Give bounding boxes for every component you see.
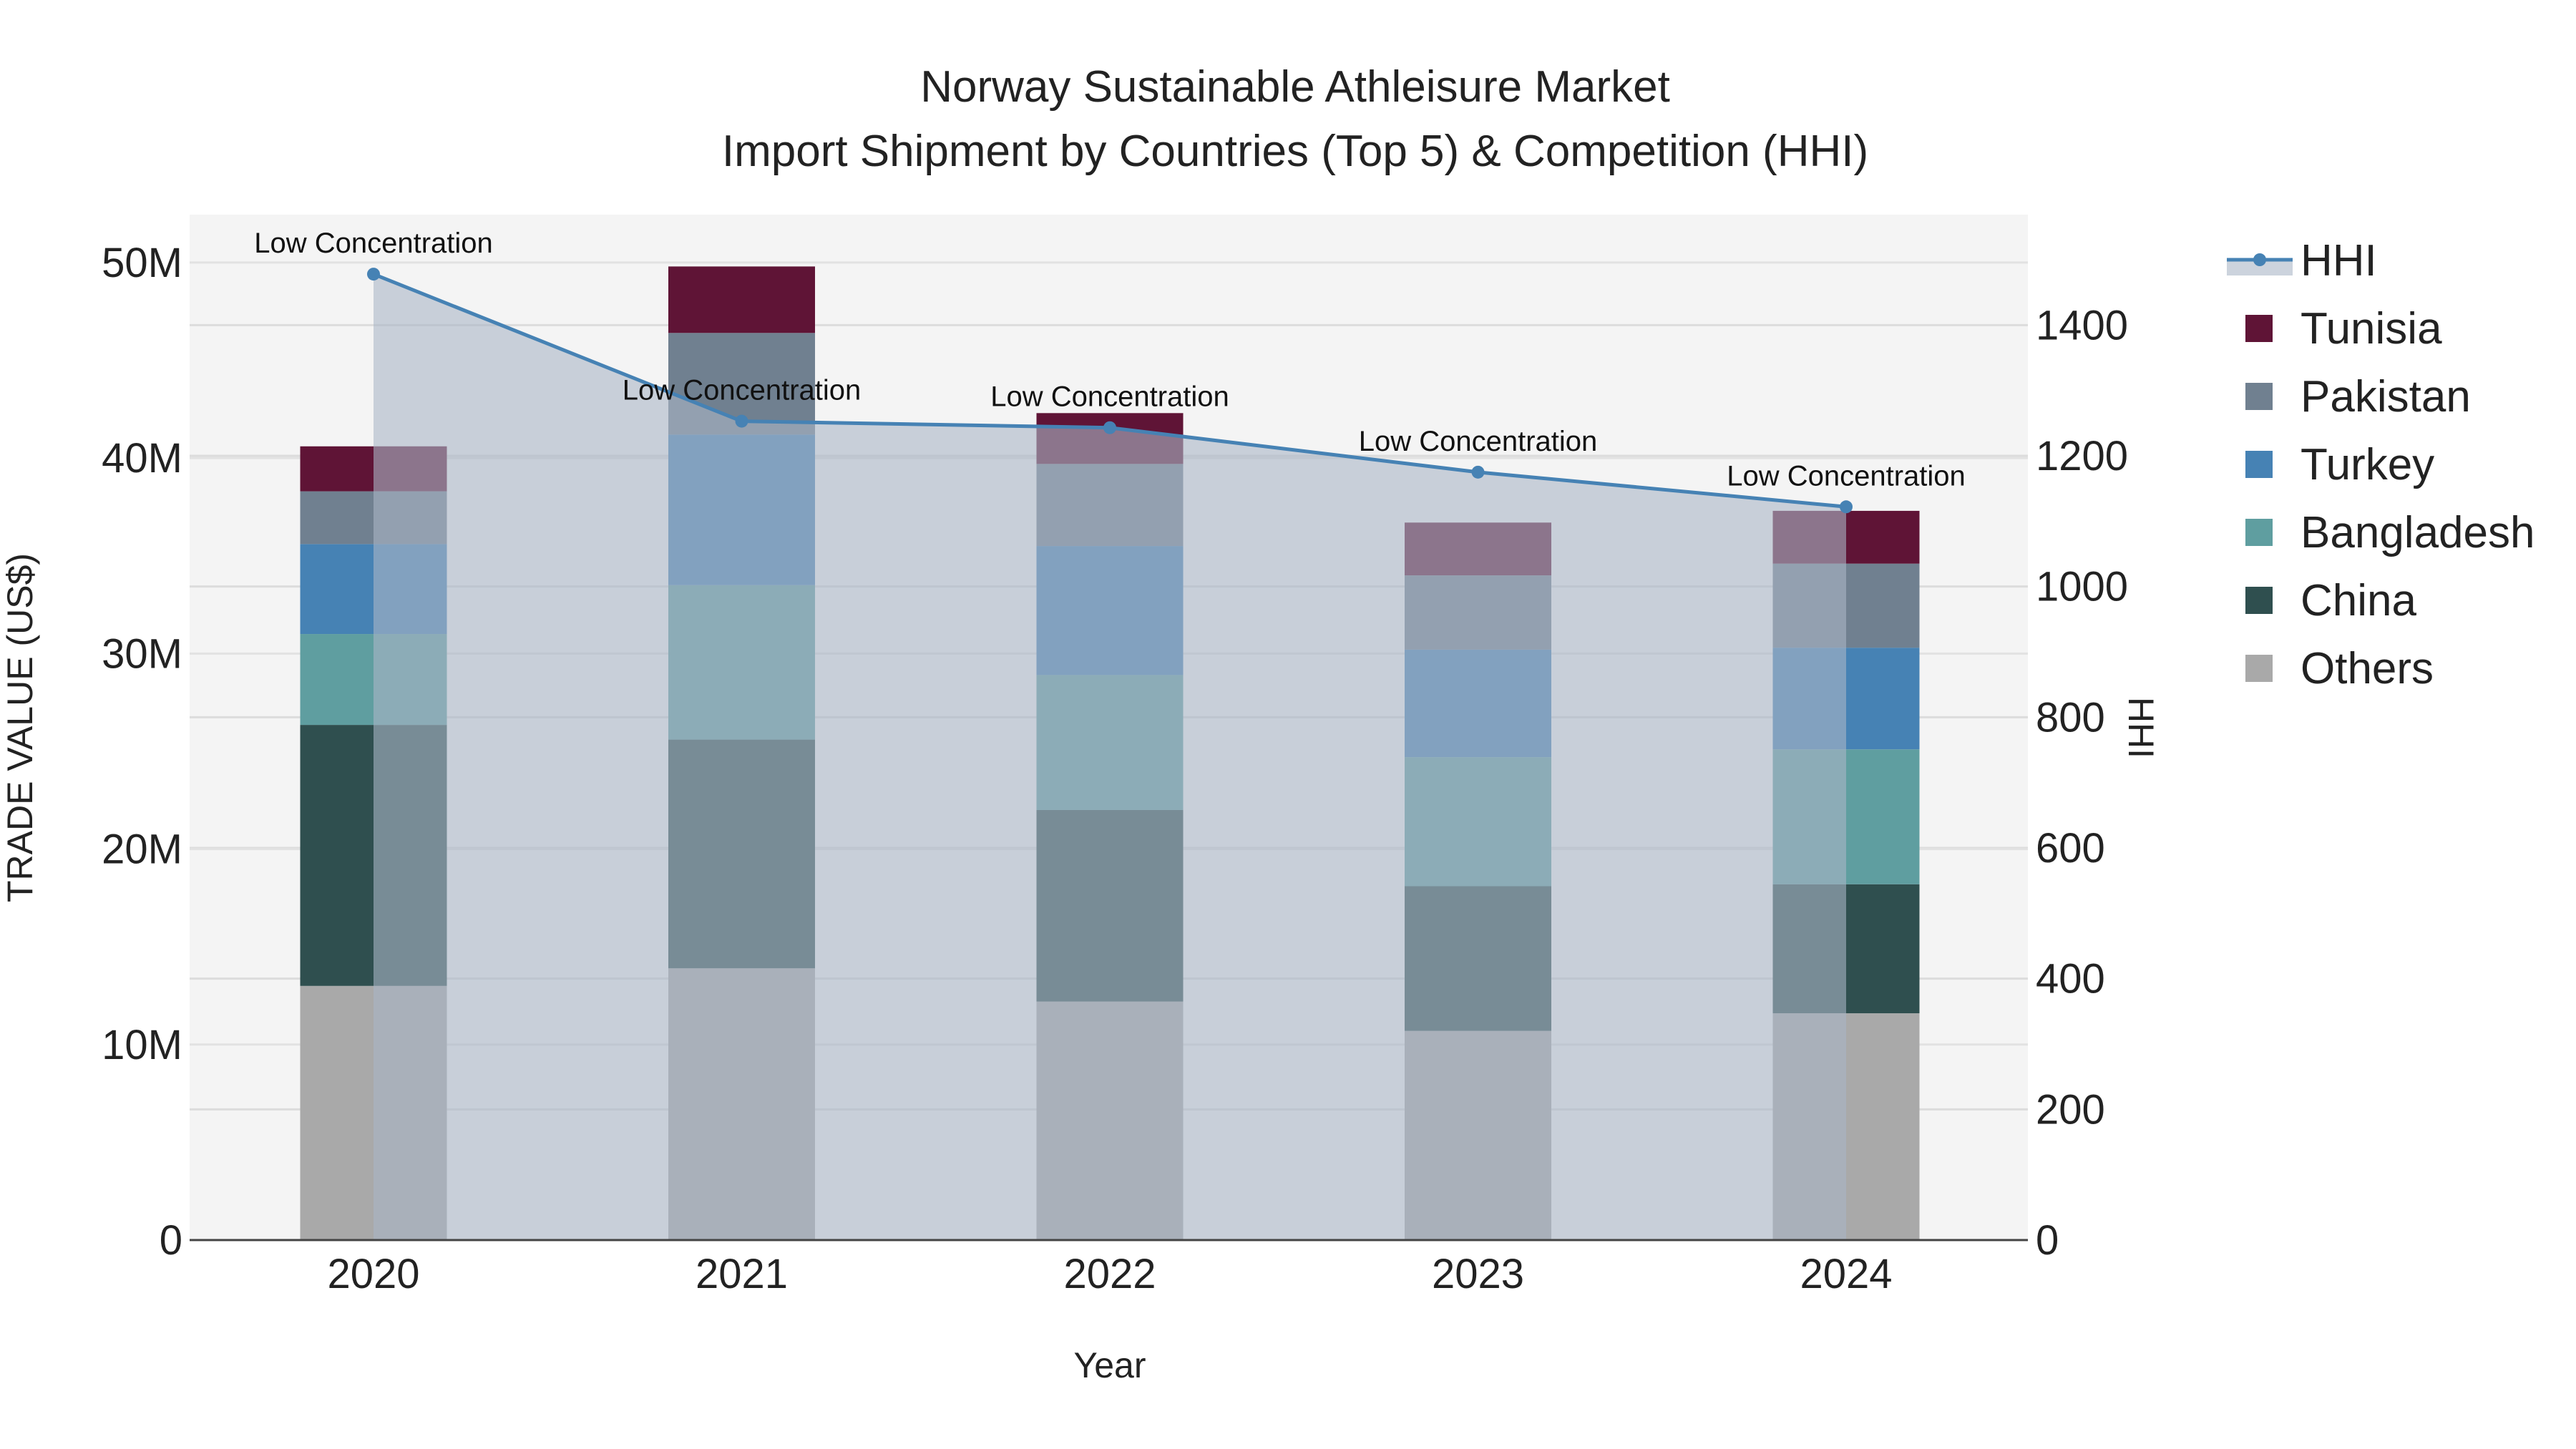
x-tick-label: 2024	[1800, 1251, 1892, 1297]
y2-tick-label: 400	[2036, 956, 2105, 1002]
y-tick-label: 20M	[102, 826, 182, 873]
y2-tick-label: 1000	[2036, 564, 2128, 610]
legend-swatch-others	[2245, 655, 2273, 682]
legend-swatch-hhi-point	[2253, 253, 2266, 266]
y2-axis-label: HHI	[2121, 697, 2161, 758]
y-tick-label: 30M	[102, 630, 182, 677]
y2-tick-label: 1200	[2036, 433, 2128, 479]
chart-subtitle: Import Shipment by Countries (Top 5) & C…	[722, 127, 1868, 176]
legend-item-pakistan[interactable]: Pakistan	[2245, 372, 2471, 421]
legend-item-hhi[interactable]: HHI	[2227, 236, 2377, 286]
legend-label: Turkey	[2301, 440, 2434, 489]
legend-label: Bangladesh	[2301, 508, 2535, 557]
y2-tick-label: 200	[2036, 1086, 2105, 1133]
hhi-point	[367, 268, 380, 281]
y-tick-label: 10M	[102, 1022, 182, 1068]
y-axis-label: TRADE VALUE (US$)	[0, 553, 40, 902]
hhi-annotation: Low Concentration	[1727, 460, 1966, 492]
chart-title: Norway Sustainable Athleisure Market	[920, 62, 1670, 112]
y2-tick-label: 600	[2036, 825, 2105, 872]
legend-item-turkey[interactable]: Turkey	[2245, 440, 2434, 489]
y-tick-label: 0	[160, 1217, 182, 1264]
legend-item-china[interactable]: China	[2245, 576, 2417, 625]
bar-tunisia-2021	[668, 266, 815, 333]
legend-swatch-turkey	[2245, 451, 2273, 478]
y-tick-label: 50M	[102, 240, 182, 286]
x-tick-label: 2021	[696, 1251, 788, 1297]
hhi-point	[1840, 500, 1853, 514]
x-tick-label: 2022	[1063, 1251, 1156, 1297]
hhi-point	[1103, 421, 1116, 434]
y2-tick-label: 800	[2036, 694, 2105, 741]
x-axis-label: Year	[1073, 1345, 1146, 1385]
legend-item-tunisia[interactable]: Tunisia	[2245, 304, 2442, 353]
hhi-annotation: Low Concentration	[254, 228, 493, 259]
y-tick-label: 40M	[102, 435, 182, 482]
legend-label: Pakistan	[2301, 372, 2471, 421]
x-tick-label: 2023	[1432, 1251, 1524, 1297]
legend-swatch-tunisia	[2245, 315, 2273, 342]
hhi-point	[735, 414, 748, 428]
hhi-annotation: Low Concentration	[990, 381, 1229, 413]
hhi-annotation: Low Concentration	[623, 375, 862, 406]
legend-label: HHI	[2301, 236, 2377, 286]
legend-swatch-china	[2245, 587, 2273, 614]
y2-tick-label: 1400	[2036, 302, 2128, 348]
legend-label: China	[2301, 576, 2417, 625]
legend-swatch-bangladesh	[2245, 519, 2273, 546]
chart: Low Concentration Low Concentration Low Co…	[0, 62, 2535, 1385]
hhi-annotation: Low Concentration	[1359, 426, 1598, 457]
legend-label: Tunisia	[2301, 304, 2442, 353]
legend-item-others[interactable]: Others	[2245, 644, 2434, 693]
hhi-point	[1471, 465, 1485, 479]
legend-swatch-pakistan	[2245, 383, 2273, 410]
legend-item-bangladesh[interactable]: Bangladesh	[2245, 508, 2535, 557]
x-tick-label: 2020	[327, 1251, 419, 1297]
y2-tick-label: 0	[2036, 1217, 2059, 1264]
legend-label: Others	[2301, 644, 2434, 693]
